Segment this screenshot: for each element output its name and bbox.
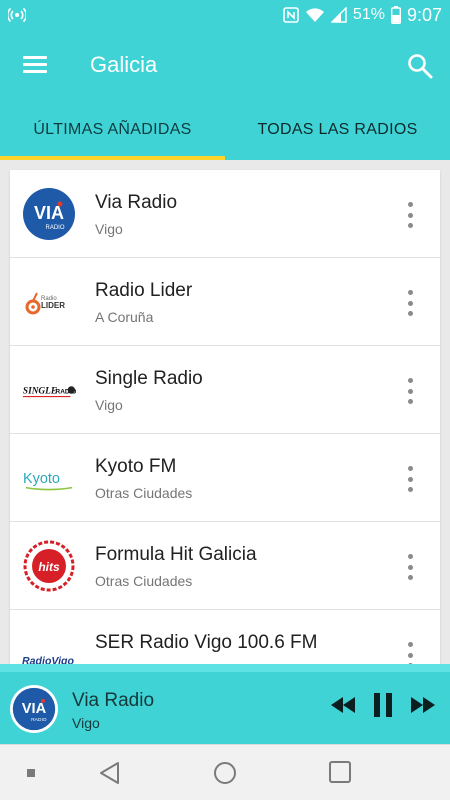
nfc-icon	[283, 7, 299, 23]
svg-text:Kyoto: Kyoto	[23, 471, 60, 487]
station-name: Via Radio	[95, 192, 178, 213]
svg-text:LIDER: LIDER	[41, 301, 65, 310]
station-name: Kyoto FM	[95, 456, 177, 477]
svg-text:RADIO: RADIO	[31, 717, 47, 723]
pause-icon[interactable]	[372, 692, 394, 718]
recents-icon[interactable]	[329, 761, 351, 783]
now-playing-name: Via Radio	[72, 690, 155, 711]
more-options-icon[interactable]	[402, 378, 418, 404]
svg-text:RADIO: RADIO	[45, 225, 64, 231]
station-city: A Coruña	[95, 309, 154, 325]
list-item[interactable]: SINGLE RADIO Single Radio Vigo	[10, 346, 440, 434]
station-city: Vigo	[95, 397, 123, 413]
kyoto-fm-logo: Kyoto	[22, 451, 76, 505]
station-name: SER Radio Vigo 100.6 FM	[95, 632, 318, 653]
menu-icon[interactable]	[20, 52, 50, 78]
station-city: Vigo	[95, 221, 123, 237]
nav-dot-icon[interactable]	[27, 769, 35, 777]
hotspot-icon	[8, 7, 26, 23]
battery-percent: 51%	[352, 6, 385, 23]
player-top-bar	[0, 664, 450, 672]
system-nav-bar	[0, 744, 450, 800]
rewind-icon[interactable]	[330, 694, 356, 716]
now-playing-city: Vigo	[72, 715, 100, 731]
fast-forward-icon[interactable]	[410, 694, 436, 716]
single-radio-logo: SINGLE RADIO	[22, 363, 76, 417]
via-radio-logo: VIA RADIO	[22, 187, 76, 241]
mini-player[interactable]: VIA RADIO Via Radio Vigo	[0, 664, 450, 744]
station-city: Otras Ciudades	[95, 485, 193, 501]
more-options-icon[interactable]	[402, 466, 418, 492]
list-item[interactable]: VIA RADIO Via Radio Vigo	[10, 170, 440, 258]
list-item[interactable]: Kyoto Kyoto FM Otras Ciudades	[10, 434, 440, 522]
tab-all-radios[interactable]: TODAS LAS RADIOS	[225, 100, 450, 160]
svg-text:RadioVigo: RadioVigo	[22, 656, 75, 664]
more-options-icon[interactable]	[402, 554, 418, 580]
radio-lider-logo: Radio LIDER	[22, 275, 76, 329]
app-bar: Galicia	[0, 30, 450, 100]
now-playing-logo: VIA RADIO	[10, 685, 58, 733]
tab-indicator	[0, 156, 225, 160]
more-options-icon[interactable]	[402, 642, 418, 664]
status-bar: 51% 9:07	[0, 0, 450, 30]
list-item[interactable]: hits Formula Hit Galicia Otras Ciudades	[10, 522, 440, 610]
search-icon[interactable]	[406, 52, 434, 80]
wifi-icon	[305, 8, 324, 22]
svg-text:VIA: VIA	[22, 701, 47, 717]
list-item[interactable]: RadioVigo SER Radio Vigo 100.6 FM	[10, 610, 440, 664]
station-name: Radio Lider	[95, 280, 193, 301]
more-options-icon[interactable]	[402, 202, 418, 228]
clock: 9:07	[406, 4, 442, 25]
tab-latest[interactable]: ÚLTIMAS AÑADIDAS	[0, 100, 225, 160]
page-title: Galicia	[90, 52, 158, 77]
signal-icon	[330, 7, 347, 23]
more-options-icon[interactable]	[402, 290, 418, 316]
tab-bar: ÚLTIMAS AÑADIDAS TODAS LAS RADIOS	[0, 100, 450, 160]
station-list[interactable]: VIA RADIO Via Radio Vigo Radio LIDER Rad…	[10, 170, 440, 664]
svg-text:SINGLE: SINGLE	[23, 387, 57, 397]
svg-text:hits: hits	[38, 560, 60, 574]
back-icon[interactable]	[98, 761, 122, 785]
station-name: Single Radio	[95, 368, 203, 389]
station-name: Formula Hit Galicia	[95, 544, 257, 565]
radio-vigo-logo: RadioVigo	[22, 627, 76, 664]
home-icon[interactable]	[213, 761, 237, 785]
list-item[interactable]: Radio LIDER Radio Lider A Coruña	[10, 258, 440, 346]
battery-icon	[390, 6, 401, 24]
formula-hit-logo: hits	[22, 539, 76, 593]
station-city: Otras Ciudades	[95, 573, 193, 589]
